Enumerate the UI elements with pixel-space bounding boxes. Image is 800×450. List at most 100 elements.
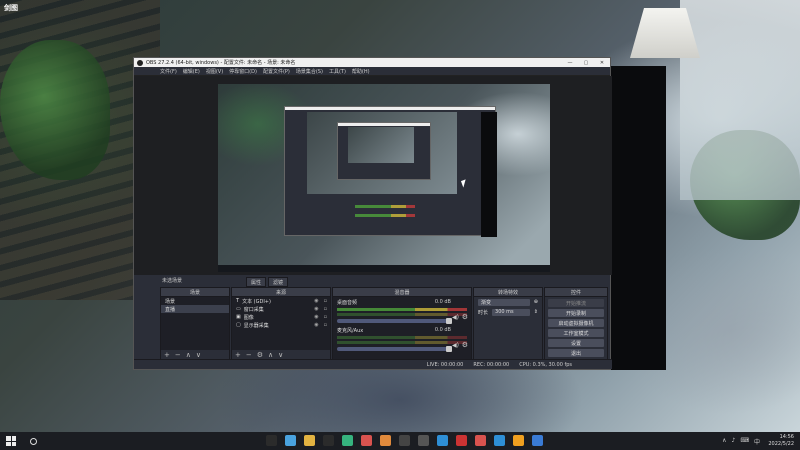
preview-canvas[interactable] [218, 84, 550, 272]
menu-tools[interactable]: 工具(T) [329, 68, 346, 75]
remove-scene-button[interactable]: − [175, 351, 181, 359]
lock-icon[interactable]: ▫ [324, 298, 327, 304]
taskbar-app-icon[interactable] [418, 435, 429, 446]
taskbar-app-icon[interactable] [285, 435, 296, 446]
controls-header: 控件 [545, 288, 607, 297]
lock-icon[interactable]: ▫ [324, 314, 327, 320]
transition-type-select[interactable]: 渐变 [478, 298, 530, 306]
lock-icon[interactable]: ▫ [324, 306, 327, 312]
menu-file[interactable]: 文件(F) [160, 68, 177, 75]
source-label: 图像 [243, 314, 254, 321]
duration-stepper-icon[interactable]: ⇕ [534, 309, 538, 315]
add-source-button[interactable]: + [235, 351, 241, 359]
ime-icon[interactable]: 中 [754, 437, 760, 446]
menu-scene-collection[interactable]: 场景集合(S) [296, 68, 323, 75]
window-source-icon: ▭ [236, 306, 241, 312]
volume-slider[interactable] [337, 346, 452, 352]
volume-slider[interactable] [337, 318, 452, 324]
menu-bar: 文件(F) 编辑(E) 视图(V) 停靠窗口(D) 配置文件(P) 场景集合(S… [134, 67, 610, 76]
move-source-down-button[interactable]: ∨ [278, 351, 283, 359]
taskbar-app-icon[interactable] [532, 435, 543, 446]
gear-icon[interactable]: ⚙ [462, 313, 468, 321]
tab-filters[interactable]: 滤镜 [268, 277, 289, 287]
image-source-icon: ▣ [236, 314, 241, 320]
duration-input[interactable]: 300 ms [492, 308, 530, 316]
taskbar-app-icon[interactable] [513, 435, 524, 446]
taskbar-app-icon[interactable] [361, 435, 372, 446]
track-db: 0.0 dB [434, 299, 451, 305]
scenes-list: 场景 直播 [161, 297, 229, 350]
source-item[interactable]: T 文本 (GDI+) ◉ ▫ [232, 297, 330, 305]
transitions-header: 转场特效 [474, 288, 542, 297]
speaker-icon[interactable]: ◀) [452, 342, 459, 349]
start-streaming-button[interactable]: 开始推流 [548, 299, 604, 307]
source-item[interactable]: ▭ 窗口采集 ◉ ▫ [232, 305, 330, 313]
eye-icon[interactable]: ◉ [314, 306, 318, 312]
menu-docks[interactable]: 停靠窗口(D) [229, 68, 257, 75]
close-button[interactable]: ✕ [594, 60, 610, 66]
obs-logo-icon [137, 59, 143, 66]
source-item[interactable]: ▢ 显示器采集 ◉ ▫ [232, 321, 330, 329]
scene-item[interactable]: 场景 [161, 297, 229, 305]
preview-area[interactable] [134, 76, 612, 275]
clock-time: 14:56 [779, 434, 794, 440]
desktop-corner-label[interactable]: 剑图 [4, 3, 18, 13]
taskbar-app-icon[interactable] [266, 435, 277, 446]
volume-icon[interactable]: ♪ [731, 437, 735, 446]
windows-start-icon[interactable] [6, 436, 16, 446]
taskbar-app-icon[interactable] [380, 435, 391, 446]
transition-duration-row: 时长 300 ms ⇕ [474, 307, 542, 317]
tray-expand-icon[interactable]: ∧ [722, 437, 726, 446]
taskbar-app-icon[interactable] [437, 435, 448, 446]
source-settings-icon[interactable]: ⚙ [257, 351, 263, 359]
maximize-button[interactable]: ▢ [578, 60, 594, 66]
lock-icon[interactable]: ▫ [324, 322, 327, 328]
search-icon[interactable] [30, 437, 37, 445]
mixer-header: 混音器 [333, 288, 471, 297]
remove-source-button[interactable]: − [246, 351, 252, 359]
settings-button[interactable]: 设置 [548, 339, 604, 347]
start-recording-button[interactable]: 开始录制 [548, 309, 604, 317]
taskbar-app-icon[interactable] [456, 435, 467, 446]
transition-add-icon[interactable]: ⊕ [534, 299, 538, 305]
taskbar-app-icon[interactable] [494, 435, 505, 446]
speaker-icon[interactable]: ◀) [452, 314, 459, 321]
level-meter [337, 336, 467, 339]
tab-properties[interactable]: 属性 [246, 277, 267, 287]
track-name: 桌面音频 [337, 300, 358, 306]
taskbar-app-icon[interactable] [304, 435, 315, 446]
menu-view[interactable]: 视图(V) [206, 68, 223, 75]
taskbar-clock[interactable]: 14:56 2022/5/22 [768, 434, 794, 448]
eye-icon[interactable]: ◉ [314, 322, 318, 328]
menu-profile[interactable]: 配置文件(P) [263, 68, 290, 75]
menu-edit[interactable]: 编辑(E) [183, 68, 200, 75]
move-scene-down-button[interactable]: ∨ [196, 351, 201, 359]
taskbar-app-icon[interactable] [399, 435, 410, 446]
taskbar-app-icon[interactable] [342, 435, 353, 446]
transitions-body: 渐变 ⊕ 时长 300 ms ⇕ [474, 297, 542, 360]
exit-button[interactable]: 退出 [548, 349, 604, 357]
studio-mode-button[interactable]: 工作室模式 [548, 329, 604, 337]
minimize-button[interactable]: — [562, 60, 578, 66]
eye-icon[interactable]: ◉ [314, 314, 318, 320]
cpu-status: CPU: 0.3%, 30.00 fps [519, 361, 572, 368]
eye-icon[interactable]: ◉ [314, 298, 318, 304]
keyboard-icon[interactable]: ⌨ [740, 437, 749, 446]
live-status: LIVE: 00:00:00 [426, 361, 464, 368]
gear-icon[interactable]: ⚙ [462, 341, 468, 349]
move-source-up-button[interactable]: ∧ [268, 351, 273, 359]
source-item[interactable]: ▣ 图像 ◉ ▫ [232, 313, 330, 321]
add-scene-button[interactable]: + [164, 351, 170, 359]
text-source-icon: T [236, 298, 240, 304]
menu-help[interactable]: 帮助(H) [352, 68, 370, 75]
start-virtual-camera-button[interactable]: 启动虚拟摄像机 [548, 319, 604, 327]
obs-window[interactable]: OBS 27.2.4 (64-bit, windows) - 配置文件: 未命名… [133, 57, 612, 370]
docks-panel: 场景 场景 直播 + − ∧ ∨ 来源 T 文本 (GDI+) ◉ ▫ ▭ 窗口… [134, 287, 612, 361]
scene-item[interactable]: 直播 [161, 305, 229, 313]
move-scene-up-button[interactable]: ∧ [186, 351, 191, 359]
mixer-track-desktop: 桌面音频 0.0 dB ◀) ⚙ [333, 297, 471, 325]
taskbar-app-icon[interactable] [475, 435, 486, 446]
mixer-track-mic: 麦克风/Aux 0.0 dB ◀) ⚙ [333, 325, 471, 353]
taskbar-app-icon[interactable] [323, 435, 334, 446]
obs-titlebar[interactable]: OBS 27.2.4 (64-bit, windows) - 配置文件: 未命名… [134, 58, 610, 67]
